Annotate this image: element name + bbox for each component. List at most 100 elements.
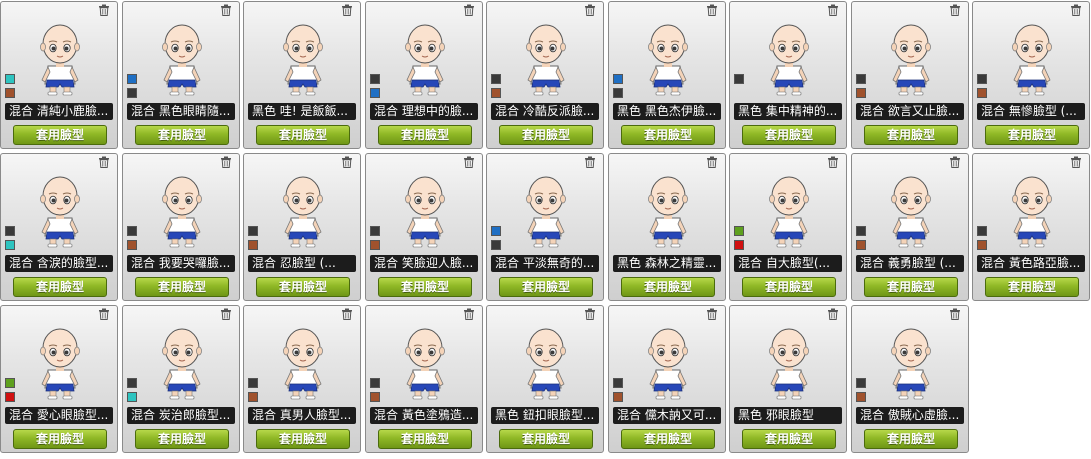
face-name-label: 混合 義勇臉型 (... (856, 255, 964, 272)
apply-face-button[interactable]: 套用臉型 (742, 125, 836, 145)
trash-icon[interactable] (949, 156, 961, 168)
trash-icon[interactable] (463, 156, 475, 168)
face-card: 黑色 黑色杰伊臉... 套用臉型 (608, 1, 726, 149)
apply-face-button[interactable]: 套用臉型 (135, 125, 229, 145)
color-swatch (491, 88, 501, 98)
color-swatch (856, 88, 866, 98)
apply-face-button[interactable]: 套用臉型 (499, 277, 593, 297)
apply-face-button[interactable]: 套用臉型 (13, 277, 107, 297)
trash-icon[interactable] (341, 4, 353, 16)
trash-icon[interactable] (98, 156, 110, 168)
color-swatch (370, 392, 380, 402)
color-swatch (5, 74, 15, 84)
color-swatch (856, 392, 866, 402)
color-swatch (856, 74, 866, 84)
face-name-label: 混合 黃色塗鴉造... (370, 407, 478, 424)
face-card: 黑色 邪眼臉型 套用臉型 (729, 305, 847, 453)
color-swatch (127, 392, 137, 402)
apply-face-button[interactable]: 套用臉型 (864, 277, 958, 297)
apply-face-button[interactable]: 套用臉型 (378, 277, 472, 297)
apply-face-button[interactable]: 套用臉型 (135, 429, 229, 449)
avatar-preview (882, 172, 940, 248)
apply-face-button[interactable]: 套用臉型 (742, 429, 836, 449)
face-name-label: 黑色 黑色杰伊臉... (613, 103, 721, 120)
apply-face-button[interactable]: 套用臉型 (985, 277, 1079, 297)
color-swatch (370, 378, 380, 388)
color-swatch (127, 88, 137, 98)
face-name-label: 混合 清純小鹿臉... (5, 103, 113, 120)
trash-icon[interactable] (463, 308, 475, 320)
face-card: 混合 義勇臉型 (... 套用臉型 (851, 153, 969, 301)
face-name-label: 混合 黑色眼睛隨... (127, 103, 235, 120)
trash-icon[interactable] (706, 4, 718, 16)
trash-icon[interactable] (949, 308, 961, 320)
face-grid: 混合 清純小鹿臉... 套用臉型 混合 黑色眼睛隨... 套用臉型 黑色 哇! 是飯飯.… (0, 0, 1091, 459)
avatar-preview (517, 172, 575, 248)
trash-icon[interactable] (341, 308, 353, 320)
color-swatch (491, 226, 501, 236)
face-name-label: 混合 冷酷反派臉... (491, 103, 599, 120)
trash-icon[interactable] (98, 308, 110, 320)
avatar-preview (396, 324, 454, 400)
avatar-preview (1003, 20, 1061, 96)
face-card: 混合 含淚的臉型... 套用臉型 (0, 153, 118, 301)
trash-icon[interactable] (220, 4, 232, 16)
apply-face-button[interactable]: 套用臉型 (256, 277, 350, 297)
apply-face-button[interactable]: 套用臉型 (864, 125, 958, 145)
apply-face-button[interactable]: 套用臉型 (256, 125, 350, 145)
color-swatch (370, 74, 380, 84)
trash-icon[interactable] (706, 156, 718, 168)
face-card: 混合 儻木訥又可... 套用臉型 (608, 305, 726, 453)
face-name-label: 混合 忍臉型 (... (248, 255, 356, 272)
avatar-preview (517, 324, 575, 400)
trash-icon[interactable] (584, 4, 596, 16)
apply-face-button[interactable]: 套用臉型 (864, 429, 958, 449)
trash-icon[interactable] (341, 156, 353, 168)
trash-icon[interactable] (98, 4, 110, 16)
color-swatch (370, 240, 380, 250)
avatar-preview (153, 20, 211, 96)
face-card: 黑色 森林之精靈... 套用臉型 (608, 153, 726, 301)
apply-face-button[interactable]: 套用臉型 (621, 429, 715, 449)
apply-face-button[interactable]: 套用臉型 (742, 277, 836, 297)
color-swatch (248, 226, 258, 236)
face-name-label: 黑色 邪眼臉型 (734, 407, 842, 424)
face-card: 混合 自大臉型(... 套用臉型 (729, 153, 847, 301)
face-name-label: 混合 儻木訥又可... (613, 407, 721, 424)
face-card: 混合 黑色眼睛隨... 套用臉型 (122, 1, 240, 149)
apply-face-button[interactable]: 套用臉型 (621, 277, 715, 297)
apply-face-button[interactable]: 套用臉型 (378, 429, 472, 449)
face-name-label: 黑色 森林之精靈... (613, 255, 721, 272)
apply-face-button[interactable]: 套用臉型 (13, 125, 107, 145)
face-card: 混合 清純小鹿臉... 套用臉型 (0, 1, 118, 149)
trash-icon[interactable] (220, 156, 232, 168)
apply-face-button[interactable]: 套用臉型 (985, 125, 1079, 145)
avatar-preview (153, 172, 211, 248)
color-swatch (370, 226, 380, 236)
face-name-label: 混合 理想中的臉... (370, 103, 478, 120)
trash-icon[interactable] (706, 308, 718, 320)
trash-icon[interactable] (1070, 4, 1082, 16)
face-name-label: 混合 平淡無奇的... (491, 255, 599, 272)
trash-icon[interactable] (220, 308, 232, 320)
color-swatch (5, 240, 15, 250)
apply-face-button[interactable]: 套用臉型 (499, 125, 593, 145)
trash-icon[interactable] (584, 308, 596, 320)
avatar-preview (639, 324, 697, 400)
apply-face-button[interactable]: 套用臉型 (378, 125, 472, 145)
apply-face-button[interactable]: 套用臉型 (621, 125, 715, 145)
avatar-preview (396, 172, 454, 248)
trash-icon[interactable] (827, 308, 839, 320)
trash-icon[interactable] (584, 156, 596, 168)
apply-face-button[interactable]: 套用臉型 (499, 429, 593, 449)
trash-icon[interactable] (827, 4, 839, 16)
apply-face-button[interactable]: 套用臉型 (256, 429, 350, 449)
trash-icon[interactable] (463, 4, 475, 16)
face-card: 黑色 集中精神的... 套用臉型 (729, 1, 847, 149)
trash-icon[interactable] (827, 156, 839, 168)
apply-face-button[interactable]: 套用臉型 (135, 277, 229, 297)
trash-icon[interactable] (1070, 156, 1082, 168)
trash-icon[interactable] (949, 4, 961, 16)
color-swatch (127, 226, 137, 236)
apply-face-button[interactable]: 套用臉型 (13, 429, 107, 449)
